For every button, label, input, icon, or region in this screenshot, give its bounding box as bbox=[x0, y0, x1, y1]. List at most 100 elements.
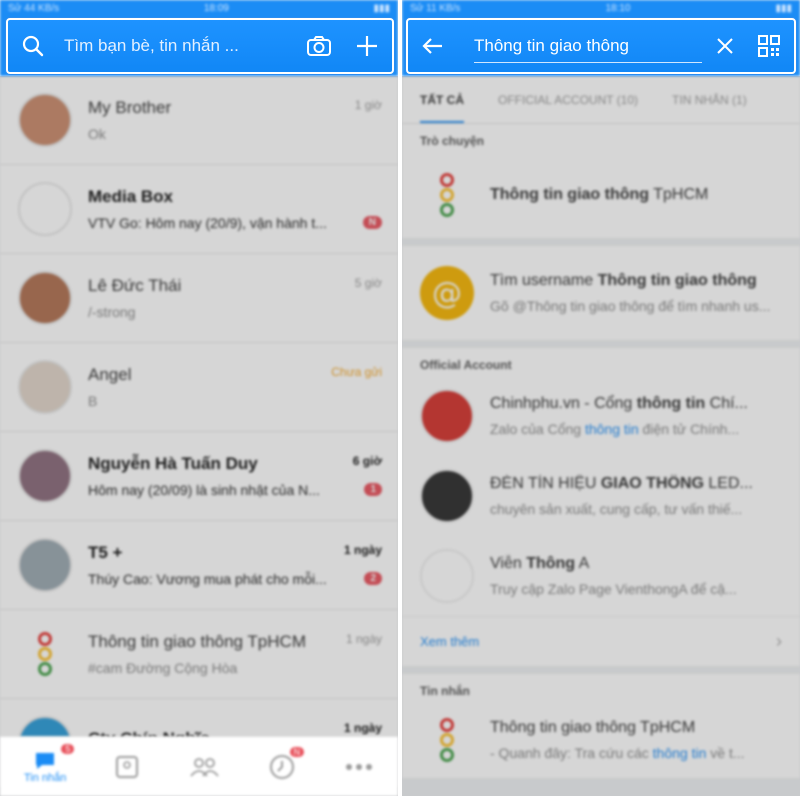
avatar bbox=[18, 538, 72, 592]
official-account-section: Official Account Chinhphu.vn - Cổng thôn… bbox=[402, 348, 800, 666]
tab-messages[interactable]: TIN NHẮN (1) bbox=[672, 93, 747, 107]
nav-timeline-badge: N bbox=[289, 746, 305, 757]
search-input[interactable]: Thông tin giao thông bbox=[474, 36, 702, 63]
official-account-list: Chinhphu.vn - Cổng thông tin Chí... Zalo … bbox=[402, 376, 800, 616]
conversation-item[interactable]: Thông tin giao thông TpHCM #cam Đường Cộn… bbox=[0, 610, 398, 699]
status-time: 18:09 bbox=[203, 2, 229, 14]
conversation-item[interactable]: Media Box VTV Go: Hôm nay (20/9), vận hàn… bbox=[0, 165, 398, 254]
conversation-item[interactable]: T5 + Thúy Cao: Vương mua phát cho mỗi... 1… bbox=[0, 521, 398, 610]
clock-icon bbox=[270, 754, 295, 779]
conversation-list: My Brother Ok 1 giờ Media Box VTV Go: Hôm na… bbox=[0, 76, 398, 788]
status-icons: ▮▮▮ bbox=[373, 2, 390, 14]
result-tabs: TẤT CẢ OFFICIAL ACCOUNT (10) TIN NHẮN (1… bbox=[402, 76, 800, 124]
official-account-item[interactable]: Viễn Thông A Truy cập Zalo Page Vienthong… bbox=[402, 536, 800, 616]
tab-all[interactable]: TẤT CẢ bbox=[420, 77, 464, 123]
nav-groups[interactable] bbox=[188, 754, 220, 780]
conversation-item[interactable]: Nguyễn Hà Tuấn Duy Hôm nay (20/09) là sin… bbox=[0, 432, 398, 521]
traffic-light-avatar bbox=[420, 713, 474, 767]
status-network: Sử 44 KB/s bbox=[8, 2, 60, 14]
camera-icon[interactable] bbox=[304, 31, 334, 61]
nav-more[interactable] bbox=[344, 762, 374, 772]
see-more-link[interactable]: Xem thêm bbox=[420, 634, 479, 649]
conversation-time: 1 ngày bbox=[343, 543, 382, 557]
official-section-title: Official Account bbox=[420, 358, 512, 372]
avatar bbox=[18, 182, 72, 236]
status-bar: Sử 44 KB/s 18:09 ▮▮▮ bbox=[0, 0, 398, 16]
back-arrow-icon[interactable] bbox=[418, 31, 448, 61]
conversation-preview: B bbox=[88, 393, 98, 409]
tab-official-account[interactable]: OFFICIAL ACCOUNT (10) bbox=[498, 93, 638, 107]
username-search-item[interactable]: @ Tìm username Thông tin giao thông Gõ @… bbox=[402, 246, 800, 340]
conversation-time: 5 giờ bbox=[354, 276, 382, 290]
conversation-preview: Thúy Cao: Vương mua phát cho mỗi... bbox=[88, 571, 327, 587]
qr-code-icon[interactable] bbox=[754, 31, 784, 61]
message-result-snippet: - Quanh đây: Tra cứu các thông tin về t.… bbox=[490, 745, 745, 761]
conversation-item[interactable]: Angel B Chưa gửi bbox=[0, 343, 398, 432]
conversation-name: Nguyễn Hà Tuấn Duy bbox=[88, 454, 258, 473]
conversation-name: Lê Đức Thái bbox=[88, 276, 182, 295]
official-account-item[interactable]: Chinhphu.vn - Cổng thông tin Chí... Zalo … bbox=[402, 376, 800, 456]
right-screen: Sử 11 KB/s 18:10 ▮▮▮ TẤT CẢ OFFICIAL ACC… bbox=[402, 0, 800, 796]
more-dots-icon bbox=[345, 763, 372, 770]
nav-contacts-book[interactable] bbox=[114, 754, 140, 780]
chat-bubble-icon bbox=[36, 752, 55, 769]
official-account-name: Viễn Thông A bbox=[490, 555, 590, 572]
official-account-desc: Zalo của Cổng thông tin điện tử Chính... bbox=[490, 421, 740, 437]
conversation-time: 1 giờ bbox=[354, 98, 382, 112]
unread-badge: N bbox=[362, 216, 382, 229]
avatar bbox=[18, 360, 72, 414]
status-network-right: Sử 11 KB/s bbox=[410, 2, 461, 14]
unread-badge: 1 bbox=[364, 483, 382, 496]
chat-section: Trò chuyện Thông tin giao thông TpHCM bbox=[402, 124, 800, 238]
messages-section-title: Tin nhắn bbox=[420, 684, 470, 698]
at-sign-icon: @ bbox=[420, 266, 474, 320]
official-account-desc: chuyên sản xuất, cung cấp, tư vấn thiế..… bbox=[490, 501, 743, 517]
official-account-desc: Truy cập Zalo Page VienthongA để cậ... bbox=[490, 581, 737, 597]
status-time-right: 18:10 bbox=[605, 2, 631, 14]
conversation-item[interactable]: My Brother Ok 1 giờ bbox=[0, 76, 398, 165]
search-icon[interactable] bbox=[18, 31, 48, 61]
conversation-name: Media Box bbox=[88, 187, 174, 206]
bottom-nav: Tin nhắn 5 N bbox=[0, 736, 398, 796]
message-result-name: Thông tin giao thông TpHCM bbox=[490, 719, 696, 736]
avatar bbox=[18, 627, 72, 681]
message-result-item[interactable]: Thông tin giao thông TpHCM - Quanh đây: … bbox=[402, 702, 800, 778]
right-background: Sử 11 KB/s 18:10 ▮▮▮ TẤT CẢ OFFICIAL ACC… bbox=[402, 0, 800, 778]
nav-timeline[interactable]: N bbox=[268, 746, 305, 781]
status-bar-right: Sử 11 KB/s 18:10 ▮▮▮ bbox=[402, 0, 800, 16]
search-bar[interactable]: Tìm bạn bè, tin nhắn ... bbox=[6, 18, 394, 74]
username-search-label: Tìm username Thông tin giao thông bbox=[490, 272, 757, 289]
official-account-item[interactable]: ĐÈN TÍN HIỆU GIAO THÔNG LED... chuyên sản… bbox=[402, 456, 800, 536]
traffic-light-avatar bbox=[420, 168, 474, 222]
chat-result-name: Thông tin giao thông TpHCM bbox=[490, 186, 709, 203]
conversation-name: Thông tin giao thông TpHCM bbox=[88, 632, 306, 651]
conversation-preview: /-strong bbox=[88, 304, 136, 320]
official-account-avatar bbox=[420, 469, 474, 523]
status-icons-right: ▮▮▮ bbox=[775, 2, 792, 14]
conversation-time: 6 giờ bbox=[352, 454, 382, 468]
left-screen: Sử 44 KB/s 18:09 ▮▮▮ My Brother Ok 1 giờ Me… bbox=[0, 0, 398, 796]
add-icon[interactable] bbox=[352, 31, 382, 61]
conversation-preview: Hôm nay (20/09) là sinh nhật của N... bbox=[88, 482, 320, 498]
clear-icon[interactable] bbox=[710, 31, 740, 61]
conversation-name: T5 + bbox=[88, 543, 123, 562]
chat-result-item[interactable]: Thông tin giao thông TpHCM bbox=[402, 152, 800, 238]
people-icon bbox=[190, 757, 219, 777]
official-account-name: Chinhphu.vn - Cổng thông tin Chí... bbox=[490, 395, 748, 412]
traffic-light-icon bbox=[436, 718, 458, 762]
conversation-time: 1 ngày bbox=[343, 721, 382, 735]
see-more-row[interactable]: Xem thêm › bbox=[402, 616, 800, 666]
conversation-name: My Brother bbox=[88, 98, 172, 117]
traffic-light-icon bbox=[436, 173, 458, 217]
nav-messages[interactable]: Tin nhắn 5 bbox=[24, 743, 75, 784]
search-placeholder[interactable]: Tìm bạn bè, tin nhắn ... bbox=[64, 36, 304, 56]
avatar bbox=[18, 449, 72, 503]
left-background: Sử 44 KB/s 18:09 ▮▮▮ My Brother Ok 1 giờ Me… bbox=[0, 0, 398, 788]
username-section: @ Tìm username Thông tin giao thông Gõ @… bbox=[402, 246, 800, 340]
avatar bbox=[18, 271, 72, 325]
conversation-item[interactable]: Lê Đức Thái /-strong 5 giờ bbox=[0, 254, 398, 343]
chat-section-title: Trò chuyện bbox=[420, 134, 485, 148]
conversation-preview: #cam Đường Cộng Hòa bbox=[88, 660, 238, 676]
username-search-hint: Gõ @Thông tin giao thông để tìm nhanh us… bbox=[490, 298, 771, 314]
search-bar-active[interactable]: Thông tin giao thông bbox=[406, 18, 796, 74]
